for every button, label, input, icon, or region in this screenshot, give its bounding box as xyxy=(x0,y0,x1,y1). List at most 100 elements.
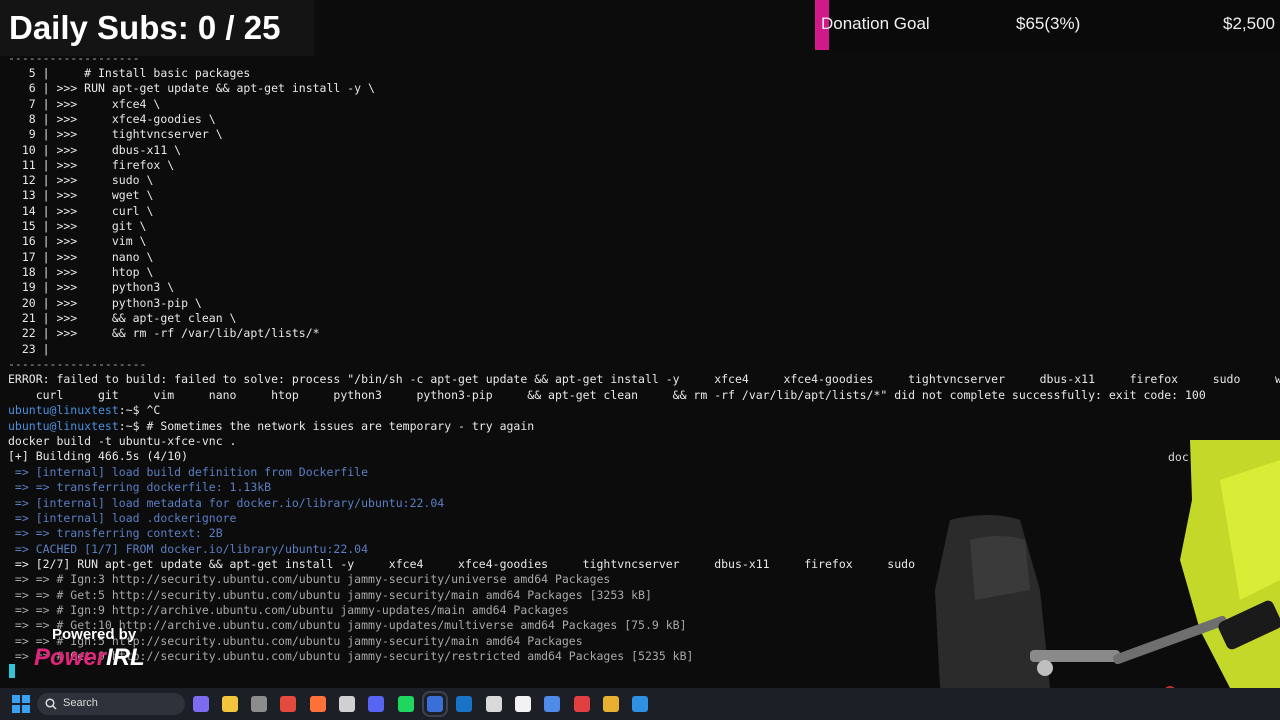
terminal-line-text: 21 | >>> && apt-get clean \ xyxy=(8,311,237,325)
terminal-line: 15 | >>> git \ xyxy=(8,218,147,234)
terminal-line-text: => [internal] load .dockerignore xyxy=(8,511,237,525)
discord-icon[interactable] xyxy=(368,696,384,712)
terminal-line-text: => [internal] load build definition from… xyxy=(8,465,369,479)
terminal-line: => CACHED [1/7] FROM docker.io/library/u… xyxy=(8,541,368,557)
monitor-icon[interactable] xyxy=(632,696,648,712)
terminal-line: 22 | >>> && rm -rf /var/lib/apt/lists/* xyxy=(8,325,320,341)
terminal-line-text: 20 | >>> python3-pip \ xyxy=(8,296,202,310)
terminal-line: 23 | xyxy=(8,341,50,357)
terminal-line: => => # Ign:3 http://security.ubuntu.com… xyxy=(8,571,610,587)
taskbar: Search xyxy=(0,688,1280,720)
terminal-line-text: => => transferring context: 2B xyxy=(8,526,223,540)
terminal-line-text: => => # Get:5 http://security.ubuntu.com… xyxy=(8,588,652,602)
daily-subs-overlay: Daily Subs: 0 / 25 xyxy=(0,0,314,56)
terminal-line: 9 | >>> tightvncserver \ xyxy=(8,126,223,142)
terminal-line-text: ERROR: failed to build: failed to solve:… xyxy=(8,372,1280,386)
taskbar-search[interactable]: Search xyxy=(37,693,185,715)
terminal-line-text: 8 | >>> xfce4-goodies \ xyxy=(8,112,216,126)
terminal-cursor xyxy=(9,664,15,678)
terminal-line: 13 | >>> wget \ xyxy=(8,187,154,203)
terminal-line: [+] Building 466.5s (4/10) xyxy=(8,448,188,464)
terminal-line-text: 22 | >>> && rm -rf /var/lib/apt/lists/* xyxy=(8,326,320,340)
terminal-line-text: 13 | >>> wget \ xyxy=(8,188,154,202)
firefox-icon[interactable] xyxy=(310,696,326,712)
terminal-line: => [internal] load metadata for docker.i… xyxy=(8,495,444,511)
terminal-icon[interactable] xyxy=(422,691,448,717)
terminal-line-text: :~$ ^C xyxy=(118,403,161,417)
donation-goal-overlay: Donation Goal $65(3%) $2,500 xyxy=(815,0,1280,50)
terminal-line-text: 19 | >>> python3 \ xyxy=(8,280,175,294)
shell-prompt: ubuntu@linuxtest xyxy=(8,403,119,417)
terminal-line-text: 15 | >>> git \ xyxy=(8,219,147,233)
terminal-line: -------------------- xyxy=(8,356,146,372)
terminal-line-text: 12 | >>> sudo \ xyxy=(8,173,154,187)
webcam-overlay: doc xyxy=(930,440,1280,688)
powered-by-text: Powered by xyxy=(52,626,137,643)
terminal-line: ERROR: failed to build: failed to solve:… xyxy=(8,371,1280,387)
search-icon xyxy=(45,698,57,710)
terminal-line: 11 | >>> firefox \ xyxy=(8,157,174,173)
terminal-line-text: 5 | # Install basic packages xyxy=(8,66,251,80)
terminal-line-text: 23 | xyxy=(8,342,50,356)
terminal-line-text: [+] Building 466.5s (4/10) xyxy=(8,449,189,463)
webcam-overlay-text: doc xyxy=(1168,450,1189,464)
terminal-line: curl git vim nano htop python3 python3-p… xyxy=(8,387,1206,403)
terminal-line-text: => => transferring dockerfile: 1.13kB xyxy=(8,480,272,494)
chrome-icon[interactable] xyxy=(280,696,296,712)
terminal-line: 18 | >>> htop \ xyxy=(8,264,154,280)
terminal-line: docker build -t ubuntu-xfce-vnc . xyxy=(8,433,236,449)
chatgpt-icon[interactable] xyxy=(339,696,355,712)
terminal-line-text: 17 | >>> nano \ xyxy=(8,250,154,264)
terminal-line-text: => [internal] load metadata for docker.i… xyxy=(8,496,445,510)
copilot-icon[interactable] xyxy=(193,696,209,712)
webcam-image xyxy=(930,440,1280,688)
file-explorer-icon[interactable] xyxy=(222,696,238,712)
terminal-line-text: 7 | >>> xfce4 \ xyxy=(8,97,161,111)
terminal-line: 7 | >>> xfce4 \ xyxy=(8,96,161,112)
spotify-icon[interactable] xyxy=(398,696,414,712)
terminal-line: 8 | >>> xfce4-goodies \ xyxy=(8,111,216,127)
donation-goal-amount: $2,500 xyxy=(1223,14,1275,33)
terminal-line: ubuntu@linuxtest:~$ ^C xyxy=(8,402,160,418)
search-label: Search xyxy=(63,697,98,709)
terminal-line: 20 | >>> python3-pip \ xyxy=(8,295,202,311)
terminal-line-text: 16 | >>> vim \ xyxy=(8,234,147,248)
terminal-line: 16 | >>> vim \ xyxy=(8,233,147,249)
terminal-line: 10 | >>> dbus-x11 \ xyxy=(8,142,181,158)
terminal-line-text: => => # Ign:9 http://archive.ubuntu.com/… xyxy=(8,603,569,617)
remote-desktop-icon[interactable] xyxy=(544,696,560,712)
notion-icon[interactable] xyxy=(515,696,531,712)
terminal-line-text: 11 | >>> firefox \ xyxy=(8,158,175,172)
terminal-line-text: curl git vim nano htop python3 python3-p… xyxy=(8,388,1206,402)
terminal-line-text: 14 | >>> curl \ xyxy=(8,204,154,218)
daily-subs-text: Daily Subs: 0 / 25 xyxy=(9,9,281,46)
terminal-line-text: 9 | >>> tightvncserver \ xyxy=(8,127,223,141)
terminal-line: => [internal] load .dockerignore xyxy=(8,510,237,526)
brand-logo: PowerIRL xyxy=(34,644,145,671)
terminal-line: 14 | >>> curl \ xyxy=(8,203,154,219)
terminal-line-text: 18 | >>> htop \ xyxy=(8,265,154,279)
terminal-line-text: :~$ # Sometimes the network issues are t… xyxy=(118,419,535,433)
terminal-line: => => # Get:5 http://security.ubuntu.com… xyxy=(8,587,652,603)
donation-label: Donation Goal xyxy=(821,14,930,33)
settings-icon[interactable] xyxy=(251,696,267,712)
terminal-line: => => transferring context: 2B xyxy=(8,525,223,541)
terminal-line: 19 | >>> python3 \ xyxy=(8,279,174,295)
terminal-line: 12 | >>> sudo \ xyxy=(8,172,154,188)
donation-current: $65(3%) xyxy=(1016,14,1081,33)
app-red-icon[interactable] xyxy=(574,696,590,712)
terminal-line: 21 | >>> && apt-get clean \ xyxy=(8,310,237,326)
shell-prompt: ubuntu@linuxtest xyxy=(8,419,119,433)
terminal-line-text: => => # Ign:3 http://security.ubuntu.com… xyxy=(8,572,611,586)
chrome-alt-icon[interactable] xyxy=(603,696,619,712)
terminal-line: ubuntu@linuxtest:~$ # Sometimes the netw… xyxy=(8,418,534,434)
terminal-line-text: => CACHED [1/7] FROM docker.io/library/u… xyxy=(8,542,369,556)
terminal-line-text: 10 | >>> dbus-x11 \ xyxy=(8,143,182,157)
mail-icon[interactable] xyxy=(486,696,502,712)
windows-start-icon[interactable] xyxy=(12,695,30,713)
outlook-icon[interactable] xyxy=(456,696,472,712)
terminal-line: => => # Ign:9 http://archive.ubuntu.com/… xyxy=(8,602,569,618)
terminal-line-text: 6 | >>> RUN apt-get update && apt-get in… xyxy=(8,81,375,95)
terminal-line-text: docker build -t ubuntu-xfce-vnc . xyxy=(8,434,237,448)
terminal-line-text: -------------------- xyxy=(8,357,147,371)
